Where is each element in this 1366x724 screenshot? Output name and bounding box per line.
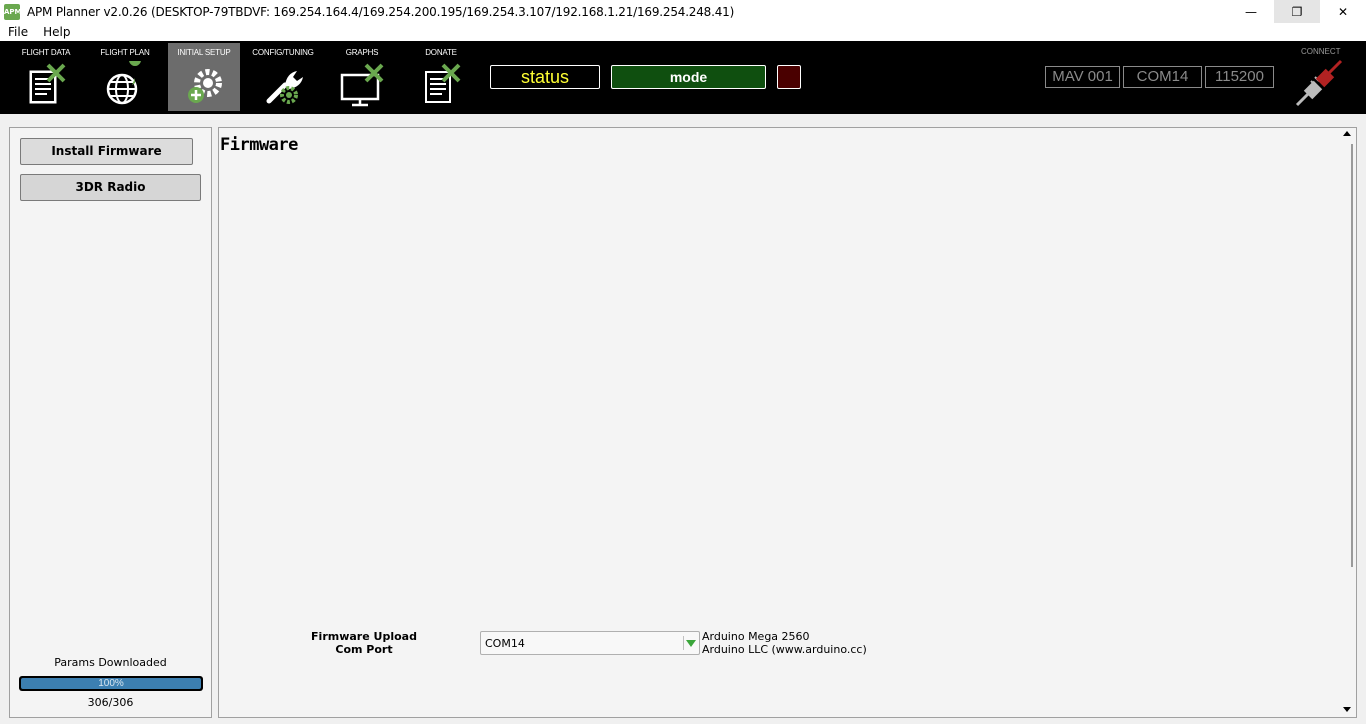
com-port-select[interactable]: COM14 bbox=[480, 631, 700, 655]
params-progress-bar: 100% bbox=[19, 676, 203, 691]
firmware-upload-label-line2: Com Port bbox=[335, 643, 393, 656]
menu-bar: File Help bbox=[0, 23, 1366, 41]
install-firmware-button[interactable]: Install Firmware bbox=[20, 138, 193, 165]
title-bar: APM APM Planner v2.0.26 (DESKTOP-79TBDVF… bbox=[0, 0, 1366, 23]
mode-indicator: mode bbox=[611, 65, 766, 89]
config-tuning-icon bbox=[266, 71, 303, 104]
nav-initial-setup-label: INITIAL SETUP bbox=[177, 48, 231, 57]
nav-donate[interactable]: DONATE bbox=[405, 43, 477, 111]
scrollbar-thumb[interactable] bbox=[1342, 144, 1353, 567]
baud-rate-display: 115200 bbox=[1205, 66, 1274, 88]
nav-graphs-label: GRAPHS bbox=[345, 48, 379, 57]
device-vendor: Arduino LLC (www.arduino.cc) bbox=[702, 643, 867, 656]
armed-indicator bbox=[777, 65, 801, 89]
vertical-scrollbar[interactable] bbox=[1339, 128, 1356, 717]
nav-config-tuning[interactable]: CONFIG/TUNING bbox=[247, 43, 319, 111]
params-downloaded-label: Params Downloaded bbox=[54, 656, 167, 669]
app-logo-icon: APM bbox=[4, 3, 22, 20]
chevron-down-icon[interactable] bbox=[683, 636, 697, 650]
mav-id-display: MAV 001 bbox=[1045, 66, 1120, 88]
firmware-upload-label-line1: Firmware Upload bbox=[311, 630, 417, 643]
minimize-button[interactable]: — bbox=[1228, 0, 1274, 23]
device-name: Arduino Mega 2560 bbox=[702, 630, 810, 643]
flight-plan-icon bbox=[106, 61, 141, 105]
device-info: Arduino Mega 2560 Arduino LLC (www.ardui… bbox=[702, 630, 867, 656]
nav-donate-label: DONATE bbox=[425, 48, 457, 57]
status-indicator: status bbox=[490, 65, 600, 89]
restore-button[interactable]: ❐ bbox=[1274, 0, 1320, 23]
scroll-down-arrow-icon[interactable] bbox=[1343, 707, 1351, 712]
nav-initial-setup[interactable]: INITIAL SETUP bbox=[168, 43, 240, 111]
nav-config-tuning-label: CONFIG/TUNING bbox=[252, 48, 314, 57]
com-port-select-value: COM14 bbox=[485, 637, 525, 650]
params-count: 306/306 bbox=[87, 696, 134, 709]
close-button[interactable]: ✕ bbox=[1320, 0, 1366, 23]
scroll-up-arrow-icon[interactable] bbox=[1343, 131, 1351, 136]
nav-flight-data[interactable]: FLIGHT DATA bbox=[10, 43, 82, 111]
firmware-upload-label: Firmware Upload Com Port bbox=[299, 630, 429, 656]
menu-file[interactable]: File bbox=[0, 25, 35, 39]
connect-label: CONNECT bbox=[1301, 47, 1341, 56]
graphs-icon bbox=[340, 63, 384, 107]
3dr-radio-button[interactable]: 3DR Radio bbox=[20, 174, 201, 201]
nav-graphs[interactable]: GRAPHS bbox=[326, 43, 398, 111]
nav-flight-plan-label: FLIGHT PLAN bbox=[100, 48, 150, 57]
page-title: Firmware bbox=[220, 135, 298, 155]
nav-flight-data-label: FLIGHT DATA bbox=[21, 48, 71, 57]
setup-sidebar: Install Firmware 3DR Radio Params Downlo… bbox=[9, 127, 212, 718]
donate-icon bbox=[425, 63, 461, 103]
firmware-panel: Firmware Firmware Upload Com Port COM14 … bbox=[218, 127, 1357, 718]
com-port-display: COM14 bbox=[1123, 66, 1202, 88]
main-toolbar: FLIGHT DATA FLIGHT PLAN INITIAL SETUP CO… bbox=[0, 41, 1366, 114]
window-title: APM Planner v2.0.26 (DESKTOP-79TBDVF: 16… bbox=[27, 4, 735, 19]
params-progress-fill: 100% bbox=[21, 678, 201, 689]
nav-flight-plan[interactable]: FLIGHT PLAN bbox=[89, 43, 161, 111]
menu-help[interactable]: Help bbox=[35, 25, 77, 39]
initial-setup-icon bbox=[188, 69, 222, 103]
connect-plug-icon[interactable] bbox=[1293, 59, 1345, 109]
flight-data-icon bbox=[29, 63, 66, 104]
